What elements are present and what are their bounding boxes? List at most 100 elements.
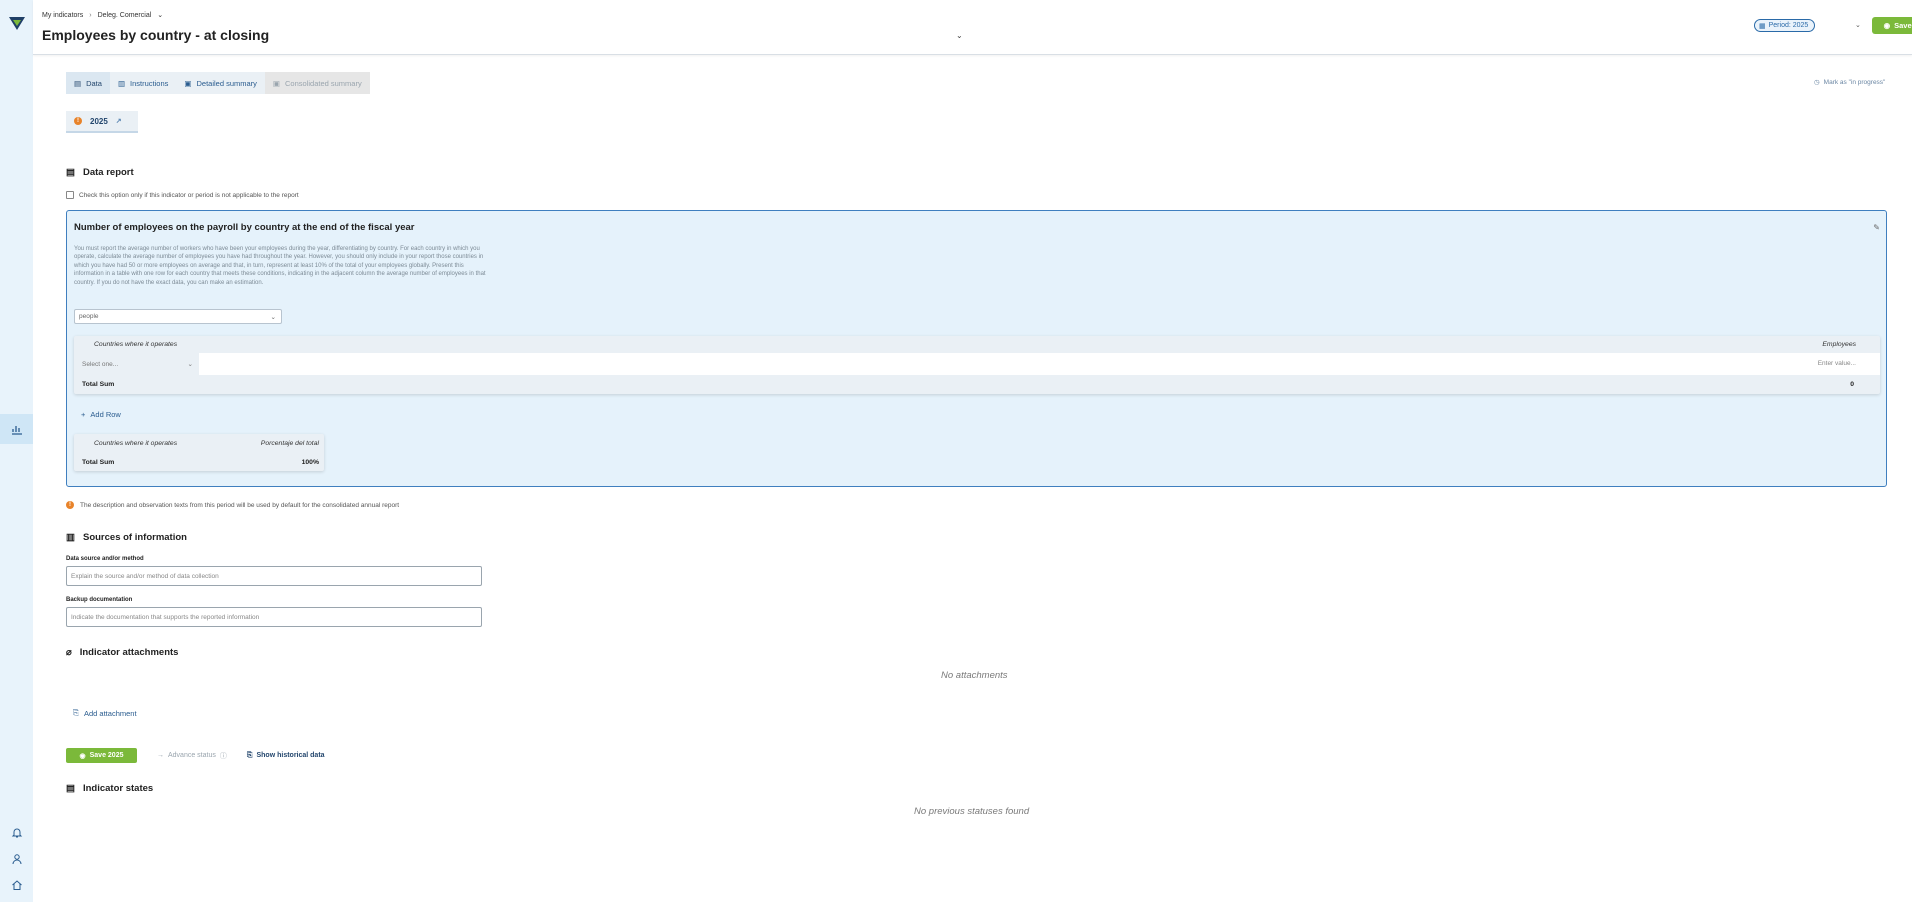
attachments-title: ⌀ Indicator attachments: [66, 647, 178, 658]
chevron-down-icon[interactable]: ⌄: [157, 11, 163, 19]
left-rail: [0, 0, 33, 902]
period-chevron-down-icon[interactable]: ⌄: [1855, 21, 1861, 29]
breadcrumb-root[interactable]: My indicators: [42, 12, 83, 19]
tab-data-label: Data: [86, 78, 102, 88]
save-button-bottom[interactable]: ◉ Save 2025: [66, 748, 137, 763]
advance-status-button[interactable]: → Advance status ⓘ: [157, 751, 227, 761]
book-icon: ▥: [66, 532, 75, 543]
data-source-placeholder: Explain the source and/or method of data…: [71, 572, 219, 580]
total-sum-value: 100%: [301, 459, 319, 466]
period-selector[interactable]: ▦ Period: 2025: [1754, 19, 1816, 32]
tab-consolidated-summary[interactable]: ▣ Consolidated summary: [264, 72, 370, 94]
col-percent-header: Porcentaje del total: [260, 440, 319, 447]
table-header: Countries where it operates Employees: [74, 336, 1880, 353]
save-top-label: Save 2025: [1894, 21, 1912, 30]
add-row-button[interactable]: + Add Row: [81, 410, 121, 419]
edit-settings-icon[interactable]: ✎: [1873, 223, 1880, 232]
data-report-title-text: Data report: [82, 167, 134, 178]
states-title-text: Indicator states: [82, 783, 154, 794]
rail-indicators-icon[interactable]: [0, 414, 33, 444]
file-edit-icon: ▤: [66, 167, 75, 178]
col-country-header: Countries where it operates: [94, 440, 178, 447]
chevron-down-icon: ⌄: [187, 361, 193, 368]
title-chevron-down-icon[interactable]: ⌄: [956, 31, 963, 40]
file-edit-icon: ▤: [74, 78, 82, 88]
chevron-down-icon: ⌄: [270, 313, 276, 321]
data-source-input[interactable]: Explain the source and/or method of data…: [66, 566, 482, 586]
percentage-table: Countries where it operates Porcentaje d…: [74, 434, 324, 471]
file-edit-icon: ▤: [66, 783, 75, 794]
sources-title-text: Sources of information: [82, 532, 187, 543]
backup-input[interactable]: Indicate the documentation that supports…: [66, 607, 482, 627]
paperclip-icon: ⌀: [66, 647, 72, 658]
year-chip[interactable]: ! 2025 ↗: [66, 111, 138, 133]
show-historical-button[interactable]: ⎘ Show historical data: [247, 752, 325, 760]
col-country-header: Countries where it operates: [94, 341, 178, 348]
trend-icon: ↗: [115, 118, 122, 125]
user-icon[interactable]: [9, 851, 25, 867]
show-historical-label: Show historical data: [256, 752, 325, 759]
total-sum-value: 0: [1850, 381, 1854, 388]
no-attachments-message: No attachments: [941, 670, 1008, 681]
data-report-title: ▤ Data report: [66, 167, 134, 178]
consolidated-note: ! The description and observation texts …: [66, 501, 399, 509]
employees-table: Countries where it operates Employees Se…: [74, 336, 1880, 394]
mark-in-progress-link[interactable]: ◷ Mark as "in progress": [1814, 78, 1886, 87]
country-select-placeholder: Select one...: [82, 360, 119, 368]
info-icon: ⓘ: [219, 752, 227, 760]
brand-logo-icon[interactable]: [8, 14, 26, 32]
book-icon: ▥: [117, 78, 126, 88]
tab-instructions[interactable]: ▥ Instructions: [110, 72, 176, 94]
total-sum-label: Total Sum: [82, 381, 115, 388]
report-icon: ▣: [184, 78, 192, 88]
mark-progress-label: Mark as "in progress": [1823, 78, 1886, 86]
bottom-actions: ◉ Save 2025 → Advance status ⓘ ⎘ Show hi…: [66, 748, 325, 763]
unit-select-value: people: [79, 313, 99, 320]
breadcrumb-current[interactable]: Deleg. Comercial: [98, 12, 152, 19]
add-attachment-button[interactable]: ⎘ Add attachment: [73, 708, 137, 718]
report-icon: ▣: [272, 78, 281, 88]
period-label: Period: 2025: [1768, 22, 1809, 29]
employees-value-input[interactable]: Enter value...: [1818, 360, 1856, 367]
unit-select[interactable]: people ⌄: [74, 309, 282, 324]
save-button-top[interactable]: ◉ Save 2025: [1872, 17, 1912, 34]
tab-instructions-label: Instructions: [130, 78, 169, 88]
country-select[interactable]: Select one... ⌄: [74, 353, 199, 375]
tab-bar: ▤ Data ▥ Instructions ▣ Detailed summary…: [66, 72, 370, 94]
check-circle-icon: ◉: [79, 752, 86, 760]
history-file-icon: ⎘: [246, 751, 253, 759]
arrow-right-icon: →: [157, 752, 164, 759]
tab-detailed-summary[interactable]: ▣ Detailed summary: [176, 72, 265, 94]
total-sum-label: Total Sum: [82, 459, 115, 466]
warning-icon: !: [66, 501, 74, 509]
table-row: Select one... ⌄ Enter value...: [74, 353, 1880, 375]
breadcrumb: My indicators › Deleg. Comercial ⌄: [42, 11, 163, 20]
indicator-card: Number of employees on the payroll by co…: [66, 210, 1887, 487]
calendar-icon: ▦: [1759, 22, 1766, 30]
indicator-title: Number of employees on the payroll by co…: [74, 222, 415, 233]
states-title: ▤ Indicator states: [66, 783, 153, 794]
file-plus-icon: ⎘: [73, 708, 79, 717]
add-attachment-label: Add attachment: [84, 708, 137, 718]
tab-data[interactable]: ▤ Data: [66, 72, 110, 94]
home-icon[interactable]: [9, 877, 25, 893]
check-circle-icon: ◉: [1883, 21, 1891, 30]
not-applicable-checkbox-row[interactable]: Check this option only if this indicator…: [66, 191, 299, 199]
not-applicable-label: Check this option only if this indicator…: [79, 191, 299, 199]
sources-title: ▥ Sources of information: [66, 532, 187, 543]
tab-detailed-summary-label: Detailed summary: [196, 78, 257, 88]
indicator-description: You must report the average number of wo…: [74, 246, 486, 286]
plus-icon: +: [81, 410, 86, 419]
note-text: The description and observation texts fr…: [80, 501, 400, 509]
col-employees-header: Employees: [1822, 341, 1856, 348]
not-applicable-checkbox[interactable]: [66, 191, 74, 199]
backup-label: Backup documentation: [66, 597, 133, 603]
year-label: 2025: [90, 116, 108, 126]
warning-icon: !: [74, 117, 82, 125]
app-root: My indicators › Deleg. Comercial ⌄ Emplo…: [0, 0, 1912, 902]
save-bottom-label: Save 2025: [89, 752, 124, 759]
page-title: Employees by country - at closing: [42, 27, 270, 43]
chevron-right-icon: ›: [89, 11, 92, 19]
page-header: My indicators › Deleg. Comercial ⌄ Emplo…: [33, 0, 1912, 55]
bell-icon[interactable]: [9, 825, 25, 841]
